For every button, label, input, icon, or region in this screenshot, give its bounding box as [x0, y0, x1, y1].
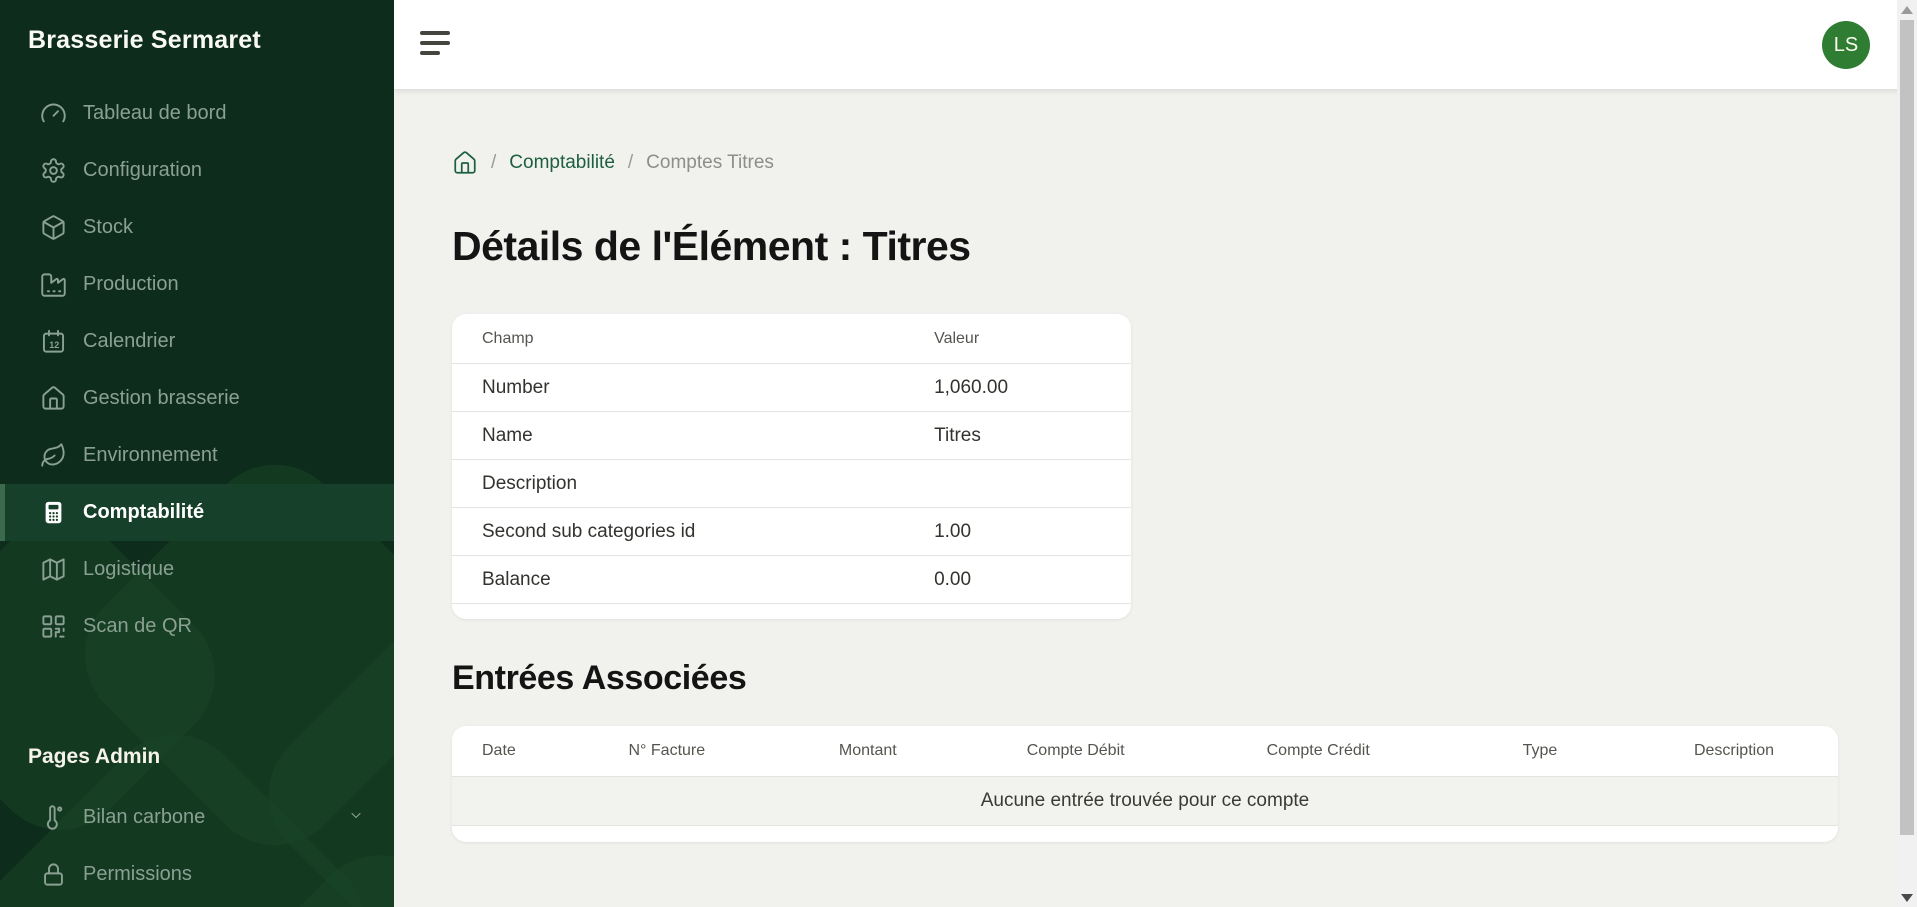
entries-table-header: Date N° Facture Montant Compte Débit Com… [452, 726, 1838, 777]
map-icon [40, 556, 67, 583]
lock-icon [40, 861, 67, 888]
row-field: Number [452, 377, 934, 399]
sidebar-item-scan-de-qr[interactable]: Scan de QR [0, 598, 394, 655]
package-icon [40, 214, 67, 241]
sidebar-item-label: Production [83, 273, 179, 296]
sidebar-section-pages-admin: Pages Admin [0, 745, 394, 769]
sidebar-item-configuration[interactable]: Configuration [0, 142, 394, 199]
column-header-facture: N° Facture [563, 742, 771, 760]
column-header-type: Type [1450, 742, 1630, 760]
qr-icon [40, 613, 67, 640]
calendar-icon: 12 [40, 328, 67, 355]
home-icon [40, 385, 67, 412]
scrollbar-down-arrow-icon[interactable] [1901, 894, 1913, 902]
sidebar-item-bilan-carbone[interactable]: Bilan carbone [0, 789, 394, 846]
column-header-champ: Champ [452, 330, 934, 348]
sidebar-item-label: Environnement [83, 444, 218, 467]
row-field: Description [452, 473, 934, 495]
column-header-date: Date [452, 742, 563, 760]
svg-text:12: 12 [49, 340, 59, 350]
gear-icon [40, 157, 67, 184]
sidebar-item-label: Gestion brasserie [83, 387, 240, 410]
home-icon[interactable] [452, 150, 478, 176]
details-table-header: Champ Valeur [452, 314, 1131, 364]
scrollbar-up-arrow-icon[interactable] [1901, 6, 1913, 14]
breadcrumb: / Comptabilité / Comptes Titres [452, 150, 1838, 176]
details-table: Champ Valeur Number 1,060.00 Name Titres… [452, 314, 1131, 619]
sidebar: Brasserie Sermaret Tableau de bord Confi… [0, 0, 394, 907]
column-header-compte-credit: Compte Crédit [1187, 742, 1450, 760]
sidebar-item-gestion-brasserie[interactable]: Gestion brasserie [0, 370, 394, 427]
breadcrumb-separator: / [628, 152, 633, 174]
sidebar-item-label: Comptabilité [83, 501, 204, 524]
sidebar-item-label: Permissions [83, 863, 192, 886]
sidebar-item-permissions[interactable]: Permissions [0, 846, 394, 903]
thermometer-icon [40, 804, 67, 831]
breadcrumb-separator: / [491, 152, 496, 174]
table-row: Second sub categories id 1.00 [452, 508, 1131, 556]
hamburger-menu-icon[interactable] [420, 31, 452, 57]
sidebar-item-production[interactable]: Production [0, 256, 394, 313]
sidebar-item-label: Stock [83, 216, 133, 239]
sidebar-item-environnement[interactable]: Environnement [0, 427, 394, 484]
page-title: Détails de l'Élément : Titres [452, 223, 1838, 270]
sidebar-item-label: Calendrier [83, 330, 175, 353]
row-value: 1,060.00 [934, 377, 1131, 399]
sidebar-item-label: Scan de QR [83, 615, 192, 638]
empty-state-message: Aucune entrée trouvée pour ce compte [452, 777, 1838, 826]
sidebar-item-label: Bilan carbone [83, 806, 205, 829]
table-row: Number 1,060.00 [452, 364, 1131, 412]
sidebar-item-tableau-de-bord[interactable]: Tableau de bord [0, 85, 394, 142]
avatar[interactable]: LS [1822, 21, 1870, 69]
sidebar-item-label: Logistique [83, 558, 174, 581]
vertical-scrollbar[interactable] [1897, 0, 1917, 907]
row-field: Name [452, 425, 934, 447]
column-header-valeur: Valeur [934, 330, 1131, 348]
row-value: Titres [934, 425, 1131, 447]
calculator-icon [40, 499, 67, 526]
table-row: Description [452, 460, 1131, 508]
table-row: Name Titres [452, 412, 1131, 460]
row-value: 0.00 [934, 569, 1131, 591]
sidebar-item-label: Configuration [83, 159, 202, 182]
sidebar-nav: Tableau de bord Configuration Stock Prod… [0, 85, 394, 903]
row-field: Second sub categories id [452, 521, 934, 543]
column-header-montant: Montant [771, 742, 965, 760]
factory-icon [40, 271, 67, 298]
scrollbar-thumb[interactable] [1900, 20, 1914, 835]
main-content: / Comptabilité / Comptes Titres Détails … [394, 89, 1897, 907]
sidebar-item-logistique[interactable]: Logistique [0, 541, 394, 598]
entries-table: Date N° Facture Montant Compte Débit Com… [452, 726, 1838, 842]
breadcrumb-link-comptabilite[interactable]: Comptabilité [509, 152, 615, 174]
entries-heading: Entrées Associées [452, 659, 1838, 698]
sidebar-item-calendrier[interactable]: 12 Calendrier [0, 313, 394, 370]
brand-title: Brasserie Sermaret [0, 0, 394, 55]
gauge-icon [40, 100, 67, 127]
chevron-down-icon [348, 807, 364, 828]
row-field: Balance [452, 569, 934, 591]
sidebar-item-stock[interactable]: Stock [0, 199, 394, 256]
leaf-icon [40, 442, 67, 469]
column-header-description: Description [1630, 742, 1838, 760]
breadcrumb-current: Comptes Titres [646, 152, 774, 174]
row-value: 1.00 [934, 521, 1131, 543]
sidebar-item-comptabilite[interactable]: Comptabilité [0, 484, 394, 541]
sidebar-item-label: Tableau de bord [83, 102, 226, 125]
column-header-compte-debit: Compte Débit [965, 742, 1187, 760]
topbar: LS [394, 0, 1917, 89]
table-row: Balance 0.00 [452, 556, 1131, 604]
